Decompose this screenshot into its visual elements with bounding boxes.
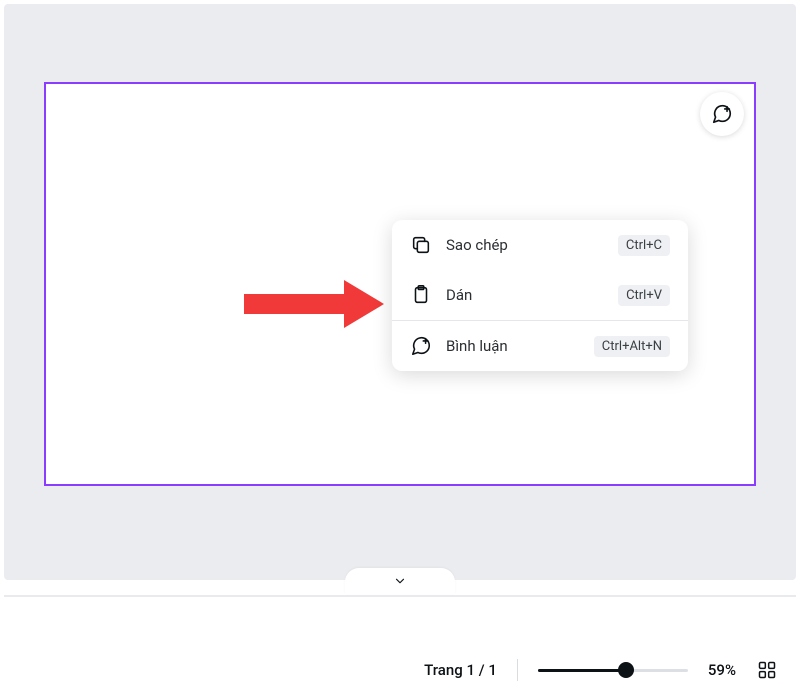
comment-plus-icon: [410, 335, 432, 357]
menu-item-copy[interactable]: Sao chép Ctrl+C: [392, 220, 688, 270]
copy-icon: [410, 234, 432, 256]
chevron-down-icon: [393, 574, 407, 588]
slider-thumb[interactable]: [618, 662, 634, 678]
page-sep: /: [479, 661, 485, 679]
menu-item-shortcut: Ctrl+C: [618, 235, 670, 256]
menu-item-shortcut: Ctrl+V: [618, 285, 670, 306]
footer-divider: [4, 595, 796, 597]
add-comment-button[interactable]: [700, 92, 744, 136]
page-total: 1: [488, 661, 497, 679]
menu-item-paste[interactable]: Dán Ctrl+V: [392, 270, 688, 320]
comment-plus-icon: [711, 103, 733, 125]
menu-item-comment[interactable]: Bình luận Ctrl+Alt+N: [392, 320, 688, 371]
expand-panel-button[interactable]: [345, 568, 455, 594]
paste-icon: [410, 284, 432, 306]
footer-vdivider: [517, 659, 518, 681]
zoom-slider[interactable]: [538, 660, 688, 680]
canvas-area: Sao chép Ctrl+C Dán Ctrl+V Bình luận Ctr…: [4, 4, 796, 580]
grid-icon: [757, 660, 777, 680]
page-prefix: Trang: [424, 661, 463, 679]
page-counter[interactable]: Trang 1 / 1: [424, 661, 497, 679]
menu-item-label: Dán: [446, 286, 618, 304]
annotation-arrow: [244, 280, 384, 324]
zoom-value[interactable]: 59%: [708, 661, 736, 679]
menu-item-label: Sao chép: [446, 236, 618, 254]
page-current: 1: [467, 661, 476, 679]
menu-item-shortcut: Ctrl+Alt+N: [594, 336, 670, 357]
footer-bar: Trang 1 / 1 59%: [0, 640, 800, 700]
grid-view-button[interactable]: [756, 659, 778, 681]
menu-item-label: Bình luận: [446, 337, 594, 355]
context-menu: Sao chép Ctrl+C Dán Ctrl+V Bình luận Ctr…: [392, 220, 688, 371]
slider-fill: [538, 669, 627, 672]
